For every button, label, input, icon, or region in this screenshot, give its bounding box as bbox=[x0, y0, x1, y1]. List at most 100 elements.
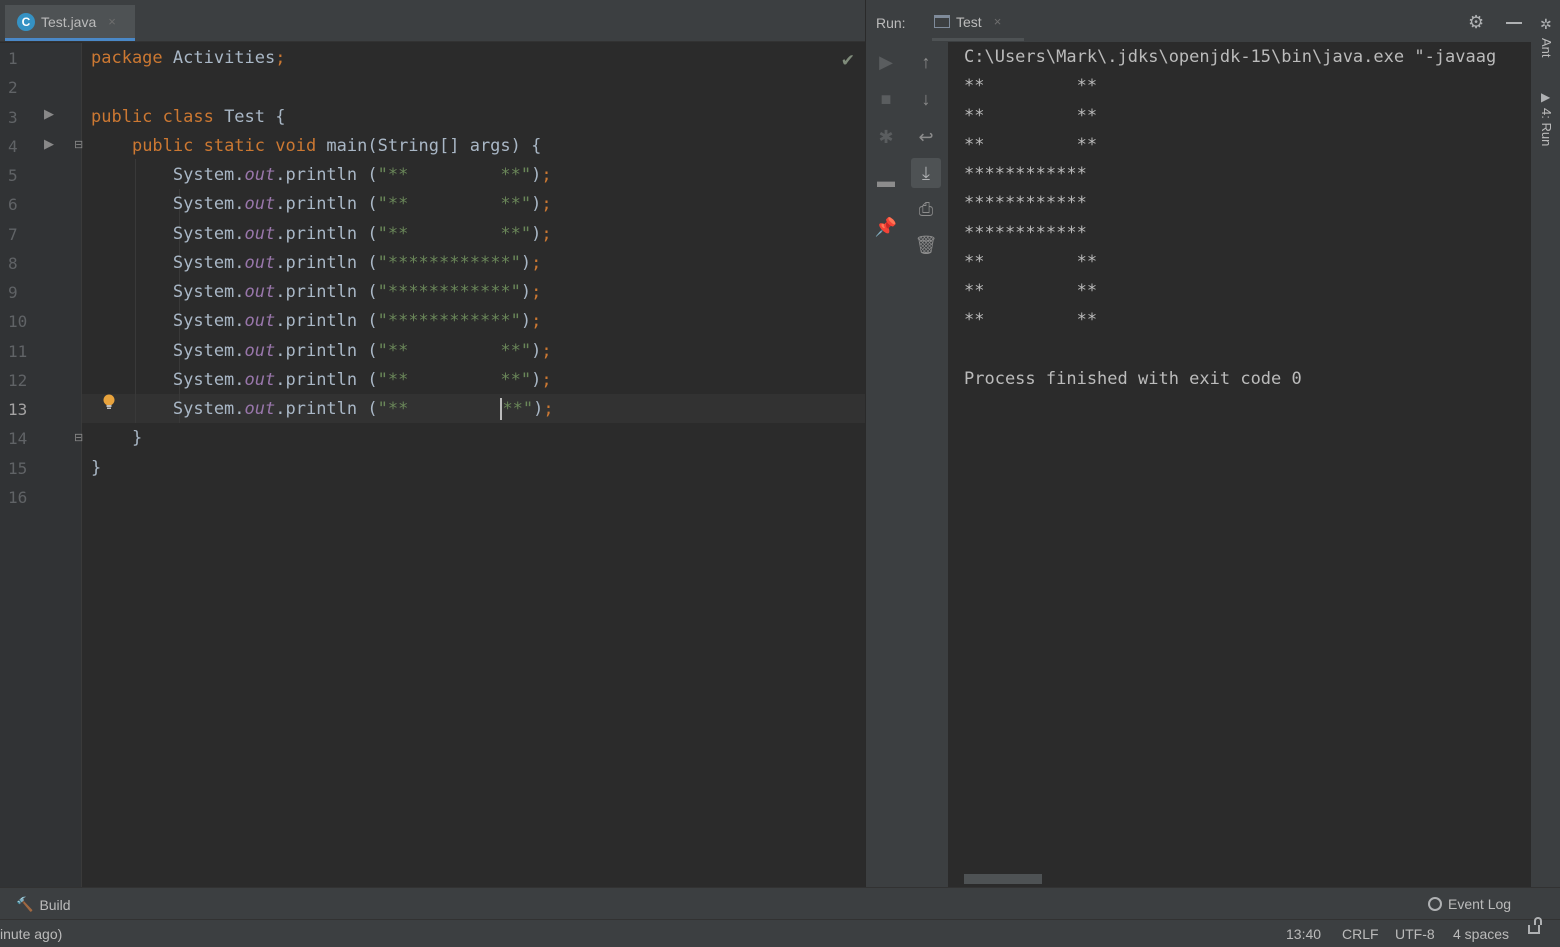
code-token: Activities bbox=[162, 48, 276, 68]
code-line[interactable]: System.out.println ("** **"); bbox=[91, 220, 552, 249]
code-token: System. bbox=[91, 252, 245, 273]
debug-icon[interactable]: ✱ bbox=[871, 122, 901, 152]
code-token: ) bbox=[531, 369, 542, 390]
file-encoding[interactable]: UTF-8 bbox=[1395, 926, 1435, 942]
console-line: ** ** bbox=[964, 310, 1098, 331]
code-line[interactable]: System.out.println ("** **"); bbox=[91, 161, 552, 190]
console-line: ************ bbox=[964, 164, 1087, 184]
scroll-to-end-icon[interactable]: ⤓ bbox=[911, 158, 941, 188]
run-icon: ▶ bbox=[1541, 90, 1551, 104]
run-gutter-icon[interactable]: ▶ bbox=[44, 106, 54, 122]
line-number: 1 bbox=[8, 49, 18, 68]
minimize-icon[interactable] bbox=[1506, 22, 1522, 24]
code-token: ; bbox=[531, 252, 542, 273]
code-token: "************" bbox=[377, 252, 521, 273]
code-token: main(String[] args) { bbox=[316, 135, 542, 156]
code-token: out bbox=[244, 399, 276, 419]
code-token: ; bbox=[541, 223, 552, 244]
editor-tab-test-java[interactable]: C Test.java × bbox=[5, 5, 135, 41]
build-label: Build bbox=[39, 896, 71, 913]
code-token: System. bbox=[91, 311, 245, 332]
horizontal-scrollbar[interactable] bbox=[964, 874, 1042, 884]
ant-tool-button[interactable]: Ant bbox=[1539, 38, 1554, 58]
line-number: 3 bbox=[8, 107, 18, 127]
status-message: inute ago) bbox=[0, 926, 63, 942]
code-line[interactable]: public static void main(String[] args) { bbox=[91, 132, 541, 161]
code-line[interactable]: System.out.println ("************"); bbox=[91, 278, 542, 307]
code-token: ; bbox=[543, 399, 554, 419]
run-tool-button[interactable]: 4: Run bbox=[1539, 108, 1554, 146]
code-token: public class bbox=[91, 106, 214, 127]
event-log-icon bbox=[1428, 897, 1442, 911]
code-token: out bbox=[244, 223, 276, 244]
console-line: ** ** bbox=[964, 281, 1098, 301]
caret-position[interactable]: 13:40 bbox=[1286, 926, 1321, 942]
console-line: ** ** bbox=[964, 105, 1098, 126]
code-token: System. bbox=[91, 282, 245, 302]
code-line[interactable]: } bbox=[91, 424, 142, 453]
code-token: out bbox=[244, 369, 276, 390]
layout-icon[interactable]: ▬ bbox=[871, 166, 901, 196]
console-line: ************ bbox=[964, 222, 1087, 243]
console-line: ** ** bbox=[964, 134, 1098, 155]
stop-icon[interactable]: ■ bbox=[871, 84, 901, 114]
pin-icon[interactable]: 📌 bbox=[871, 212, 901, 242]
line-number: 2 bbox=[8, 78, 18, 98]
code-token: System. bbox=[91, 223, 245, 244]
java-class-icon: C bbox=[17, 12, 35, 31]
console-output[interactable]: C:\Users\Mark\.jdks\openjdk-15\bin\java.… bbox=[948, 42, 1534, 887]
code-line[interactable]: public class Test { bbox=[91, 103, 285, 132]
code-token: ) bbox=[531, 194, 542, 215]
code-token: "************" bbox=[377, 311, 521, 332]
code-line[interactable]: System.out.println ("** **"); bbox=[91, 395, 554, 424]
code-token: ; bbox=[541, 369, 552, 390]
code-line[interactable]: System.out.println ("** **"); bbox=[91, 190, 552, 219]
run-gutter-icon[interactable]: ▶ bbox=[44, 136, 54, 152]
line-number: 9 bbox=[8, 283, 18, 302]
code-token: "** **" bbox=[377, 165, 532, 185]
line-separator[interactable]: CRLF bbox=[1342, 926, 1379, 942]
run-label: Run: bbox=[876, 15, 906, 31]
up-arrow-icon[interactable]: ↑ bbox=[911, 47, 941, 77]
code-token: "** **" bbox=[377, 223, 532, 244]
editor-pane: C Test.java × ▶ ▶ ⊟ ⊟ 1 2 3 4 5 6 7 8 9 10 11 12 13 1… bbox=[0, 0, 865, 887]
soft-wrap-icon[interactable]: ↩ bbox=[911, 122, 941, 152]
code-token: ; bbox=[541, 165, 552, 185]
code-line[interactable]: } bbox=[91, 454, 101, 483]
code-line[interactable]: package Activities; bbox=[91, 44, 286, 73]
trash-icon[interactable]: 🗑 bbox=[911, 230, 941, 260]
line-number: 4 bbox=[8, 136, 18, 156]
down-arrow-icon[interactable]: ↓ bbox=[911, 84, 941, 114]
line-number: 7 bbox=[8, 224, 18, 244]
run-tool-window: Run: Test × ⚙ ▶ ↑ ■ ↓ ✱ ↩ ▬ ⤓ ⎙ 📌 🗑 C:\U… bbox=[865, 0, 1534, 887]
run-header: Run: Test × ⚙ bbox=[866, 0, 1534, 42]
code-token: System. bbox=[91, 399, 245, 419]
checkmark-icon: ✔ bbox=[840, 51, 855, 70]
indent-setting[interactable]: 4 spaces bbox=[1453, 926, 1509, 942]
gear-icon[interactable]: ⚙ bbox=[1468, 12, 1484, 33]
run-tab-test[interactable]: Test × bbox=[932, 5, 1024, 41]
close-icon[interactable]: × bbox=[994, 14, 1002, 29]
rerun-icon[interactable]: ▶ bbox=[871, 47, 901, 77]
close-icon[interactable]: × bbox=[108, 14, 116, 29]
console-line: C:\Users\Mark\.jdks\openjdk-15\bin\java.… bbox=[964, 47, 1497, 67]
lock-icon[interactable] bbox=[1528, 917, 1542, 934]
code-line[interactable]: System.out.println ("************"); bbox=[91, 307, 542, 336]
run-toolbar: ▶ ↑ ■ ↓ ✱ ↩ ▬ ⤓ ⎙ 📌 🗑 bbox=[866, 42, 948, 887]
line-number: 12 bbox=[8, 370, 28, 390]
console-line: ************ bbox=[964, 193, 1087, 214]
code-token: ) bbox=[520, 282, 532, 302]
code-token: .println ( bbox=[275, 282, 378, 302]
line-number-gutter[interactable]: ▶ ▶ ⊟ ⊟ 1 2 3 4 5 6 7 8 9 10 11 12 13 14 15 16 bbox=[0, 43, 83, 887]
run-tab-label: Test bbox=[956, 13, 982, 30]
code-line[interactable]: System.out.println ("************"); bbox=[91, 249, 542, 278]
ant-icon: ✲ bbox=[1540, 16, 1552, 32]
console-line: Process finished with exit code 0 bbox=[964, 368, 1302, 389]
print-icon[interactable]: ⎙ bbox=[911, 194, 941, 224]
event-log-button[interactable]: Event Log bbox=[1428, 896, 1511, 912]
code-editor[interactable]: ✔ package Activities; public class Test {… bbox=[82, 43, 865, 887]
right-tool-strip: ✲ Ant ▶ 4: Run bbox=[1533, 0, 1560, 887]
code-line[interactable]: System.out.println ("** **"); bbox=[91, 337, 552, 366]
code-line[interactable]: System.out.println ("** **"); bbox=[91, 366, 552, 395]
build-tool-button[interactable]: 🔨 Build bbox=[16, 896, 71, 913]
